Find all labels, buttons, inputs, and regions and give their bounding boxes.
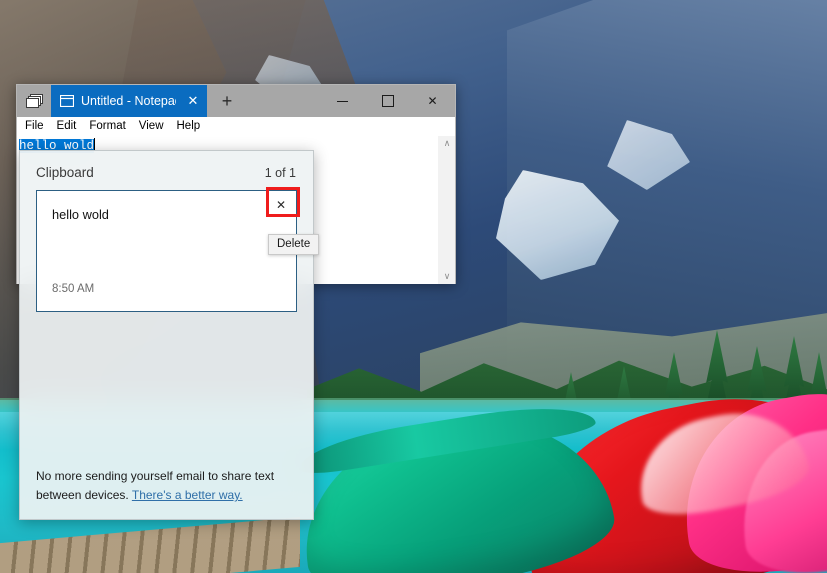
clipboard-footer: No more sending yourself email to share … bbox=[20, 457, 313, 519]
delete-tooltip: Delete bbox=[268, 234, 320, 255]
notepad-titlebar[interactable]: Untitled - Notepad ✕ + ✕ bbox=[17, 85, 455, 117]
window-icon bbox=[60, 95, 74, 107]
clipboard-item-delete-button[interactable]: ✕ bbox=[267, 192, 295, 218]
tab-title: Untitled - Notepad bbox=[81, 94, 176, 108]
new-tab-button[interactable]: + bbox=[207, 85, 247, 117]
menu-item-view[interactable]: View bbox=[139, 120, 164, 132]
maximize-button[interactable] bbox=[365, 85, 410, 117]
menu-item-help[interactable]: Help bbox=[177, 120, 201, 132]
notepad-menubar: File Edit Format View Help bbox=[17, 117, 455, 136]
stacked-windows-icon[interactable] bbox=[17, 85, 51, 117]
clipboard-title: Clipboard bbox=[36, 165, 94, 180]
clipboard-item-count: 1 of 1 bbox=[264, 165, 296, 180]
clipboard-item-timestamp: 8:50 AM bbox=[52, 283, 95, 295]
notepad-tab[interactable]: Untitled - Notepad ✕ bbox=[51, 85, 207, 117]
titlebar-drag-area[interactable] bbox=[247, 85, 320, 117]
notepad-vertical-scrollbar[interactable]: ∧ ∨ bbox=[438, 136, 455, 284]
desktop-screen: Untitled - Notepad ✕ + ✕ File Edit Forma… bbox=[0, 0, 827, 573]
scroll-down-icon[interactable]: ∨ bbox=[444, 272, 451, 281]
maximize-icon bbox=[381, 95, 394, 107]
minimize-icon bbox=[337, 100, 348, 102]
minimize-button[interactable] bbox=[320, 85, 365, 117]
clipboard-footer-link[interactable]: There's a better way. bbox=[132, 488, 243, 502]
clipboard-header: Clipboard 1 of 1 bbox=[20, 151, 313, 190]
menu-item-edit[interactable]: Edit bbox=[57, 120, 77, 132]
clipboard-items-list: hello wold 8:50 AM ✕ bbox=[20, 187, 313, 457]
tab-close-icon[interactable]: ✕ bbox=[183, 91, 203, 111]
scroll-up-icon[interactable]: ∧ bbox=[444, 139, 451, 148]
clipboard-history-panel: Clipboard 1 of 1 hello wold 8:50 AM ✕ No… bbox=[19, 150, 314, 520]
close-button[interactable]: ✕ bbox=[410, 85, 455, 117]
clipboard-item-text: hello wold bbox=[52, 207, 109, 222]
menu-item-format[interactable]: Format bbox=[89, 120, 125, 132]
menu-item-file[interactable]: File bbox=[25, 120, 44, 132]
clipboard-item[interactable]: hello wold 8:50 AM ✕ bbox=[36, 187, 300, 312]
